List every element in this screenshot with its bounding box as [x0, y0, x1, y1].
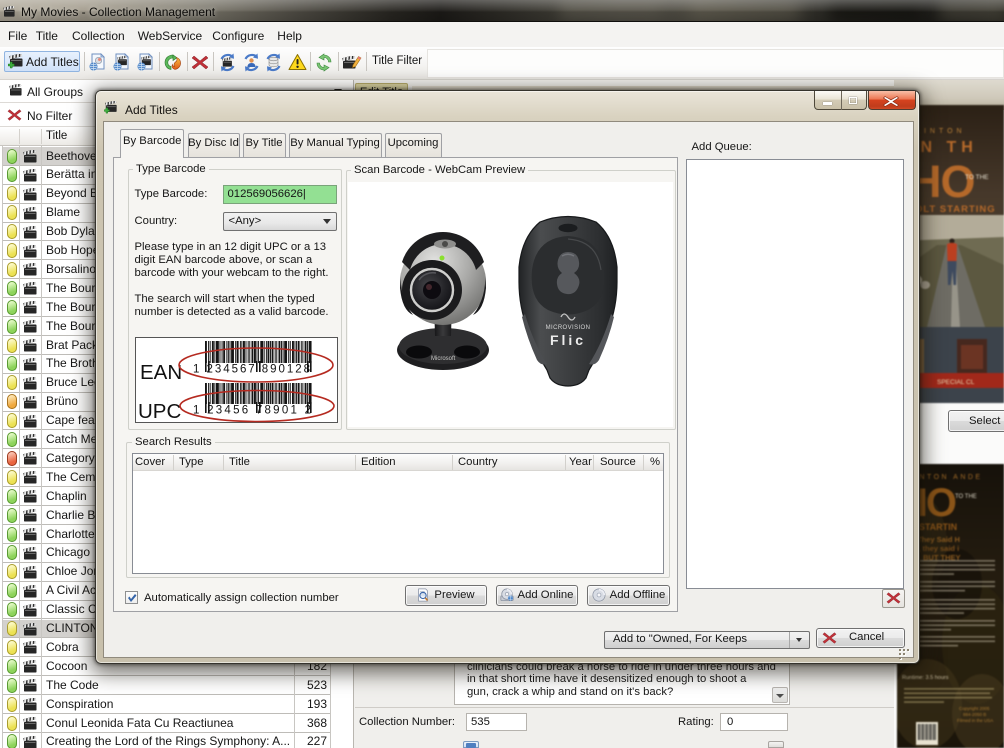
- svg-text:UPC: UPC: [138, 400, 181, 423]
- svg-text:EAN: EAN: [140, 361, 182, 384]
- svg-text:884-2050 B: 884-2050 B: [963, 712, 986, 717]
- svg-text:They Said H: They Said H: [917, 535, 960, 544]
- svg-text:Filmed in the USA: Filmed in the USA: [957, 718, 993, 723]
- svg-text:MICROVISION: MICROVISION: [546, 325, 591, 331]
- svg-text:1 234567 890128: 1 234567 890128: [193, 363, 310, 375]
- svg-text:TO THE: TO THE: [955, 494, 977, 500]
- svg-text:Runtime: 3.5 hours: Runtime: 3.5 hours: [902, 675, 949, 681]
- svg-text:SPECIAL CL: SPECIAL CL: [937, 379, 975, 386]
- svg-text:1 23456 78901 2: 1 23456 78901 2: [193, 404, 311, 416]
- svg-text:Copyright 2005: Copyright 2005: [959, 706, 990, 711]
- svg-text:Microsoft: Microsoft: [431, 356, 456, 362]
- svg-text:COLT STARTING: COLT STARTING: [907, 204, 996, 215]
- svg-text:Flic: Flic: [550, 332, 586, 348]
- svg-text:TO THE: TO THE: [965, 174, 989, 181]
